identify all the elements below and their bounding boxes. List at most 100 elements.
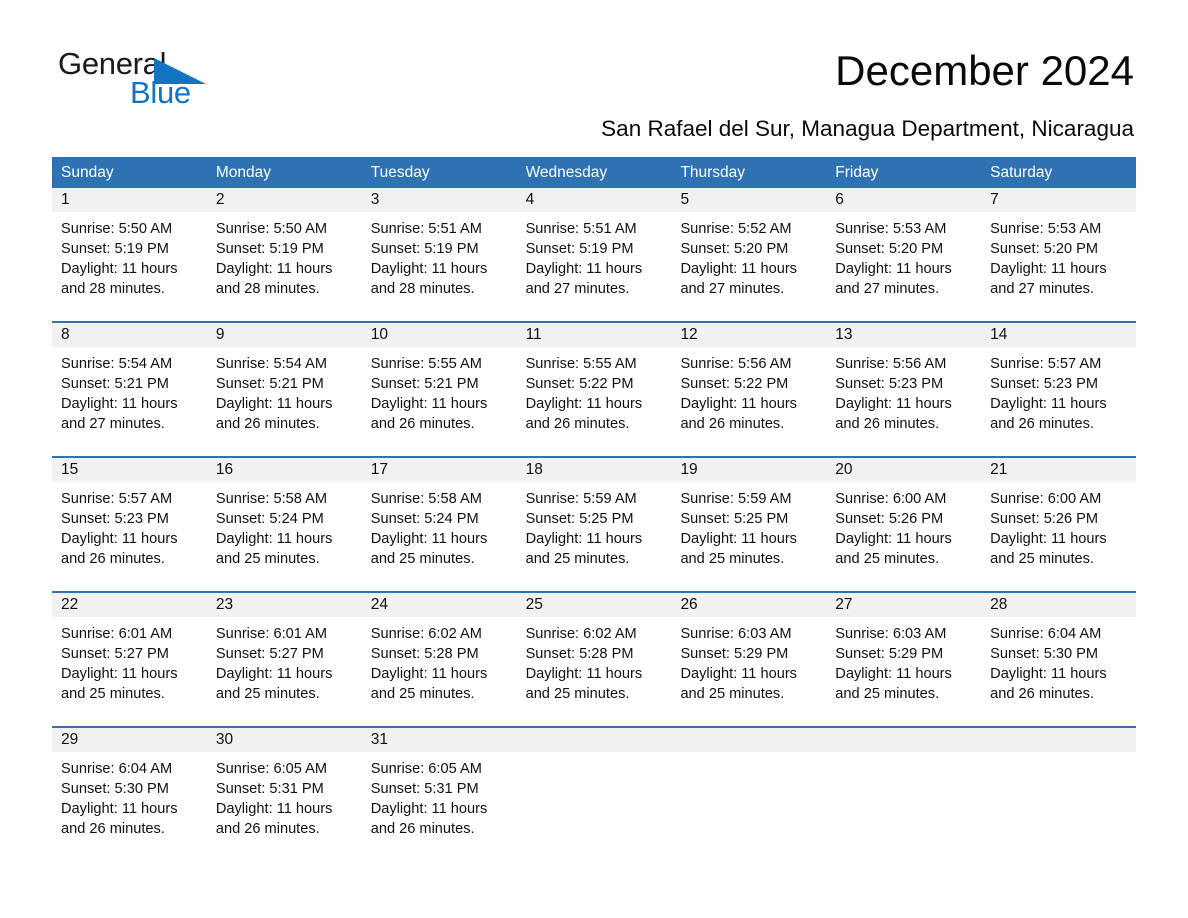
calendar-day-cell[interactable]: 3 Sunrise: 5:51 AM Sunset: 5:19 PM Daylight… [361,188,517,321]
calendar-day-cell[interactable]: 19 Sunrise: 5:59 AM Sunset: 5:25 PM Dayligh… [671,458,827,591]
calendar-day-cell[interactable]: 29 Sunrise: 6:04 AM Sunset: 5:30 PM Dayligh… [52,728,207,861]
calendar-day-cell[interactable]: 31 Sunrise: 6:05 AM Sunset: 5:31 PM Dayligh… [361,728,517,861]
day-details: Sunrise: 6:01 AM Sunset: 5:27 PM Daylight:… [52,617,207,704]
sunset-text: Sunset: 5:23 PM [835,376,944,392]
sunset-text: Sunset: 5:24 PM [215,511,324,527]
day-number: 7 [990,191,999,208]
calendar-day-cell[interactable]: 28 Sunrise: 6:04 AM Sunset: 5:30 PM Dayligh… [981,593,1137,726]
calendar-day-cell[interactable]: 21 Sunrise: 6:00 AM Sunset: 5:26 PM Dayligh… [981,458,1137,591]
calendar-page: General Blue December 2024 San Rafael de… [0,0,1188,918]
sunrise-text: Sunrise: 6:05 AM [370,761,482,777]
sunrise-text: Sunrise: 6:04 AM [990,626,1102,642]
daylight-text-line1: Daylight: 11 hours [370,396,488,412]
calendar-day-cell[interactable]: 18 Sunrise: 5:59 AM Sunset: 5:25 PM Dayligh… [516,458,672,591]
daylight-text-line2: and 26 minutes. [525,416,630,432]
day-details: Sunrise: 5:58 AM Sunset: 5:24 PM Daylight:… [362,482,517,569]
daylight-text-line2: and 25 minutes. [835,551,940,567]
daylight-text-line1: Daylight: 11 hours [525,531,643,547]
calendar-day-cell[interactable]: 12 Sunrise: 5:56 AM Sunset: 5:22 PM Dayligh… [671,323,827,456]
calendar-week-row: 8 Sunrise: 5:54 AM Sunset: 5:21 PM Daylight… [52,321,1137,456]
generalblue-logo[interactable]: General Blue [58,48,318,118]
sunset-text: Sunset: 5:25 PM [680,511,789,527]
sunset-text: Sunset: 5:19 PM [61,241,169,257]
calendar-week-row: 22 Sunrise: 6:01 AM Sunset: 5:27 PM Dayligh… [52,591,1137,726]
weekday-header-row: Sunday Monday Tuesday Wednesday Thursday… [52,157,1136,188]
daylight-text-line2: and 25 minutes. [370,551,475,567]
sunrise-text: Sunrise: 6:01 AM [215,626,327,642]
daylight-text-line2: and 25 minutes. [215,551,320,567]
day-number-band: 11 [516,323,672,347]
calendar-day-cell[interactable]: 27 Sunrise: 6:03 AM Sunset: 5:29 PM Dayligh… [826,593,982,726]
calendar-day-cell[interactable]: 20 Sunrise: 6:00 AM Sunset: 5:26 PM Dayligh… [826,458,982,591]
calendar-day-cell[interactable]: 16 Sunrise: 5:58 AM Sunset: 5:24 PM Dayligh… [206,458,362,591]
daylight-text-line1: Daylight: 11 hours [990,261,1107,277]
weekday-header-thursday: Thursday [680,164,746,181]
sunset-text: Sunset: 5:22 PM [525,376,634,392]
daylight-text-line2: and 26 minutes. [61,821,165,837]
sunset-text: Sunset: 5:20 PM [990,241,1099,257]
daylight-text-line2: and 27 minutes. [680,281,785,297]
day-number-band: 7 [981,188,1137,212]
day-number-band [516,728,672,752]
day-details: Sunrise: 5:55 AM Sunset: 5:22 PM Daylight:… [517,347,672,434]
day-number: 20 [835,461,853,478]
day-number-band: 15 [52,458,207,482]
weekday-header-tuesday: Tuesday [370,164,430,181]
day-number-band: 10 [361,323,517,347]
day-number: 29 [61,731,79,748]
sunrise-text: Sunrise: 5:56 AM [835,356,947,372]
calendar-day-cell[interactable]: 6 Sunrise: 5:53 AM Sunset: 5:20 PM Daylight… [826,188,982,321]
sunrise-text: Sunrise: 5:56 AM [680,356,792,372]
calendar-day-cell[interactable]: 30 Sunrise: 6:05 AM Sunset: 5:31 PM Dayligh… [206,728,362,861]
calendar-day-cell[interactable]: 17 Sunrise: 5:58 AM Sunset: 5:24 PM Dayligh… [361,458,517,591]
daylight-text-line2: and 27 minutes. [525,281,630,297]
calendar-day-cell[interactable]: 22 Sunrise: 6:01 AM Sunset: 5:27 PM Dayligh… [52,593,207,726]
day-number: 26 [680,596,698,613]
calendar-week-row: 29 Sunrise: 6:04 AM Sunset: 5:30 PM Dayligh… [52,726,1137,861]
sunrise-text: Sunrise: 6:01 AM [61,626,173,642]
sunset-text: Sunset: 5:28 PM [370,646,479,662]
day-number-band: 30 [206,728,362,752]
day-details: Sunrise: 5:51 AM Sunset: 5:19 PM Daylight:… [362,212,517,299]
sunrise-text: Sunrise: 5:55 AM [370,356,482,372]
sunrise-text: Sunrise: 5:53 AM [835,221,947,237]
day-number-band: 23 [206,593,362,617]
calendar-grid: Sunday Monday Tuesday Wednesday Thursday… [52,157,1137,861]
calendar-day-cell[interactable]: 4 Sunrise: 5:51 AM Sunset: 5:19 PM Daylight… [516,188,672,321]
calendar-day-cell[interactable]: 10 Sunrise: 5:55 AM Sunset: 5:21 PM Dayligh… [361,323,517,456]
day-number: 6 [835,191,844,208]
day-number-band: 16 [206,458,362,482]
calendar-day-cell[interactable]: 8 Sunrise: 5:54 AM Sunset: 5:21 PM Daylight… [52,323,207,456]
daylight-text-line1: Daylight: 11 hours [215,261,333,277]
daylight-text-line2: and 28 minutes. [370,281,475,297]
daylight-text-line2: and 25 minutes. [835,686,940,702]
calendar-day-cell[interactable]: 2 Sunrise: 5:50 AM Sunset: 5:19 PM Daylight… [206,188,362,321]
daylight-text-line1: Daylight: 11 hours [680,531,797,547]
calendar-day-cell-empty [826,728,982,861]
sunrise-text: Sunrise: 6:02 AM [525,626,637,642]
calendar-day-cell[interactable]: 26 Sunrise: 6:03 AM Sunset: 5:29 PM Dayligh… [671,593,827,726]
calendar-day-cell-empty [671,728,827,861]
calendar-day-cell[interactable]: 14 Sunrise: 5:57 AM Sunset: 5:23 PM Dayligh… [981,323,1137,456]
daylight-text-line2: and 26 minutes. [990,416,1095,432]
calendar-day-cell[interactable]: 23 Sunrise: 6:01 AM Sunset: 5:27 PM Dayligh… [206,593,362,726]
daylight-text-line1: Daylight: 11 hours [61,261,178,277]
day-number-band: 24 [361,593,517,617]
calendar-day-cell[interactable]: 5 Sunrise: 5:52 AM Sunset: 5:20 PM Daylight… [671,188,827,321]
calendar-day-cell[interactable]: 24 Sunrise: 6:02 AM Sunset: 5:28 PM Dayligh… [361,593,517,726]
daylight-text-line1: Daylight: 11 hours [525,666,643,682]
sunrise-text: Sunrise: 5:59 AM [525,491,637,507]
calendar-day-cell[interactable]: 25 Sunrise: 6:02 AM Sunset: 5:28 PM Dayligh… [516,593,672,726]
calendar-day-cell[interactable]: 7 Sunrise: 5:53 AM Sunset: 5:20 PM Daylight… [981,188,1137,321]
day-details: Sunrise: 5:53 AM Sunset: 5:20 PM Daylight:… [826,212,981,299]
calendar-day-cell[interactable]: 13 Sunrise: 5:56 AM Sunset: 5:23 PM Dayligh… [826,323,982,456]
day-details: Sunrise: 5:50 AM Sunset: 5:19 PM Daylight:… [207,212,362,299]
day-number-band: 28 [981,593,1137,617]
sunrise-text: Sunrise: 5:51 AM [525,221,637,237]
day-details: Sunrise: 6:00 AM Sunset: 5:26 PM Daylight:… [981,482,1136,569]
calendar-day-cell[interactable]: 11 Sunrise: 5:55 AM Sunset: 5:22 PM Dayligh… [516,323,672,456]
calendar-day-cell[interactable]: 9 Sunrise: 5:54 AM Sunset: 5:21 PM Daylight… [206,323,362,456]
calendar-day-cell[interactable]: 15 Sunrise: 5:57 AM Sunset: 5:23 PM Dayligh… [52,458,207,591]
day-number: 2 [215,191,225,208]
calendar-day-cell[interactable]: 1 Sunrise: 5:50 AM Sunset: 5:19 PM Daylight… [52,188,207,321]
